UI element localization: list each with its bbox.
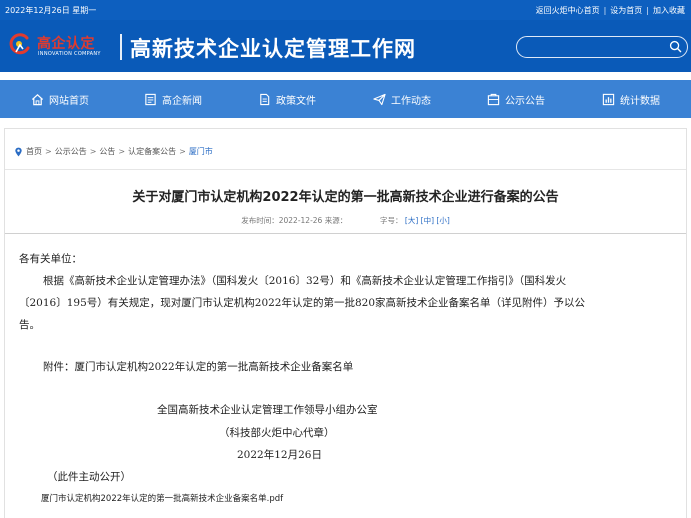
nav-item-policy[interactable]: 政策文件: [258, 80, 316, 118]
salutation: 各有关单位：: [19, 253, 82, 265]
location-pin-icon: [15, 147, 22, 156]
news-icon: [145, 93, 156, 105]
signature-org: 全国高新技术企业认定管理工作领导小组办公室: [157, 404, 378, 416]
breadcrumb-home[interactable]: 首页: [26, 146, 42, 157]
nav-item-home[interactable]: 网站首页: [31, 80, 89, 118]
logo-text: 高企认定: [37, 36, 95, 52]
search-input[interactable]: [525, 39, 665, 55]
home-icon: [31, 93, 44, 105]
main-nav: 网站首页 高企新闻 政策文件 工作动态 公示公告 统计数据: [0, 80, 691, 118]
site-title: 高新技术企业认定管理工作网: [130, 37, 416, 61]
nav-label: 工作动态: [391, 95, 431, 107]
attachment-file-link[interactable]: 厦门市认定机构2022年认定的第一批高新技术企业备案名单.pdf: [41, 492, 283, 504]
font-size-large[interactable]: [大]: [405, 216, 418, 225]
article-meta: 发布时间：2022-12-26 来源： 字号： [大] [中] [小]: [5, 215, 686, 226]
nav-item-statistics[interactable]: 统计数据: [602, 80, 660, 118]
font-size-small[interactable]: [小]: [436, 216, 449, 225]
set-homepage-link[interactable]: 设为首页: [610, 6, 642, 15]
top-bar: 2022年12月26日 星期一 返回火炬中心首页 | 设为首页 | 加入收藏: [0, 0, 691, 20]
top-link-separator: |: [603, 6, 607, 15]
header-divider: [120, 34, 122, 60]
nav-item-news[interactable]: 高企新闻: [144, 80, 202, 118]
search-box: [516, 36, 688, 58]
breadcrumb-divider: [5, 169, 686, 170]
chart-icon: [602, 93, 615, 105]
nav-label: 公示公告: [505, 95, 545, 107]
meta-divider: [5, 233, 686, 234]
site-header: 高企认定 INNOVATION COMPANY 高新技术企业认定管理工作网: [0, 20, 691, 72]
paper-plane-icon: [373, 93, 386, 105]
signature-seal: （科技部火炬中心代章）: [219, 427, 335, 439]
publish-info: 发布时间：2022-12-26 来源：: [241, 216, 348, 225]
breadcrumb-separator: >: [89, 147, 97, 156]
nav-label: 网站首页: [49, 95, 89, 107]
article-title: 关于对厦门市认定机构2022年认定的第一批高新技术企业进行备案的公告: [132, 190, 559, 205]
breadcrumb-separator: >: [179, 147, 186, 156]
public-note: （此件主动公开）: [47, 471, 131, 483]
breadcrumb-notice[interactable]: 公告: [99, 146, 115, 157]
nav-item-work-updates[interactable]: 工作动态: [373, 80, 431, 118]
top-link-separator: |: [646, 6, 649, 15]
document-icon: [260, 93, 270, 105]
breadcrumb-separator: >: [45, 147, 52, 156]
font-size-medium[interactable]: [中]: [421, 216, 434, 225]
breadcrumb-filing-notice[interactable]: 认定备案公告: [128, 146, 176, 157]
attachment-line: 附件：厦门市认定机构2022年认定的第一批高新技术企业备案名单: [43, 361, 354, 373]
announcement-icon: [487, 93, 500, 105]
paragraph-line-1: 根据《高新技术企业认定管理办法》（国科发火〔2016〕32号）和《高新技术企业认…: [43, 275, 567, 287]
logo-mark-icon: [9, 33, 30, 55]
logo-subtext: INNOVATION COMPANY: [38, 51, 101, 57]
nav-item-announcements[interactable]: 公示公告: [487, 80, 545, 118]
top-links: 返回火炬中心首页 | 设为首页 | 加入收藏: [536, 5, 685, 16]
breadcrumb-announcements[interactable]: 公示公告: [55, 146, 87, 157]
paragraph-line-2: 〔2016〕195号）有关规定，现对厦门市认定机构2022年认定的第一批820家…: [19, 297, 586, 309]
nav-label: 政策文件: [276, 95, 316, 107]
return-torch-center-link[interactable]: 返回火炬中心首页: [536, 6, 600, 15]
breadcrumb-separator: >: [118, 147, 126, 156]
search-icon[interactable]: [669, 40, 682, 53]
nav-label: 统计数据: [620, 95, 660, 107]
signature-date: 2022年12月26日: [237, 449, 322, 461]
paragraph-line-3: 告。: [19, 319, 40, 331]
breadcrumb: 首页 > 公示公告 > 公告 > 认定备案公告 > 厦门市: [14, 146, 213, 157]
breadcrumb-current[interactable]: 厦门市: [189, 146, 213, 157]
article-container: 首页 > 公示公告 > 公告 > 认定备案公告 > 厦门市 关于对厦门市认定机构…: [4, 128, 687, 518]
add-favorites-link[interactable]: 加入收藏: [653, 6, 685, 15]
font-size-label: 字号：: [380, 216, 403, 225]
nav-label: 高企新闻: [162, 95, 202, 107]
current-date: 2022年12月26日 星期一: [5, 6, 97, 15]
site-logo[interactable]: 高企认定 INNOVATION COMPANY: [7, 30, 117, 66]
